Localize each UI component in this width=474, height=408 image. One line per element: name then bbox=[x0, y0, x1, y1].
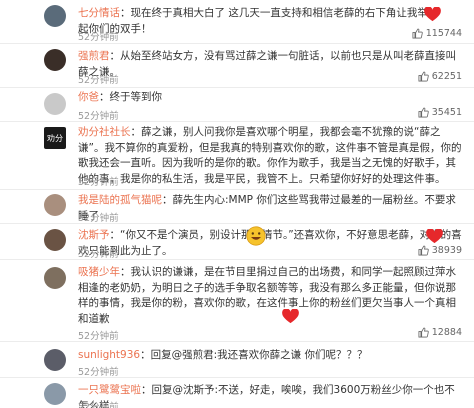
avatar[interactable] bbox=[44, 49, 66, 71]
comment-time: 52分钟前 bbox=[78, 111, 119, 122]
like-button[interactable]: 115744 bbox=[412, 28, 462, 39]
comment-text: 沈斯予：“你又不是个演员，别设计那些情节。”还喜欢你，不好意思老薛，对你的喜欢只… bbox=[78, 228, 462, 259]
comment-username[interactable]: 我是陆的孤气猫呢 bbox=[78, 194, 162, 206]
heart-icon bbox=[424, 7, 441, 22]
comment-item: 劝分 劝分社社长：薛之谦，别人问我你是喜欢哪个明星，我都会毫不犹豫的说“薛之谦”… bbox=[0, 122, 474, 190]
comment-text: 劝分社社长：薛之谦，别人问我你是喜欢哪个明星，我都会毫不犹豫的说“薛之谦”。我不… bbox=[78, 125, 462, 187]
thumbs-up-icon bbox=[412, 28, 423, 39]
avatar[interactable] bbox=[44, 267, 66, 289]
comment-item: sunlight936：回复@强煎君:我还喜欢你薛之谦 你们呢？？？ 52分钟前 bbox=[0, 342, 474, 378]
comment-username[interactable]: sunlight936 bbox=[78, 349, 140, 361]
comment-body: ：现在终于真相大白了 这几天一直支持和相信老薛的右下角让我举起你们的双手！ bbox=[78, 7, 428, 35]
like-count: 12884 bbox=[431, 327, 462, 338]
thumbs-up-icon bbox=[418, 245, 429, 256]
comment-time: 52分钟前 bbox=[78, 249, 119, 260]
comment-item: 强煎君：从始至终站女方，没有骂过薛之谦一句脏话，以前也只是从叫老薛直接叫薛之谦。… bbox=[0, 44, 474, 88]
grin-emoji bbox=[246, 226, 266, 246]
comment-time: 52分钟前 bbox=[78, 402, 119, 408]
comment-text: sunlight936：回复@强煎君:我还喜欢你薛之谦 你们呢？？？ bbox=[78, 348, 462, 364]
like-count: 115744 bbox=[425, 28, 462, 39]
avatar[interactable] bbox=[44, 194, 66, 216]
like-button[interactable]: 62251 bbox=[418, 71, 462, 82]
like-count: 62251 bbox=[431, 71, 462, 82]
like-button[interactable]: 38939 bbox=[418, 245, 462, 256]
avatar[interactable] bbox=[44, 383, 66, 405]
comment-username[interactable]: 你爸 bbox=[78, 91, 99, 103]
comment-text: 你爸：终于等到你 bbox=[78, 90, 462, 106]
comment-text: 强煎君：从始至终站女方，没有骂过薛之谦一句脏话，以前也只是从叫老薛直接叫薛之谦。 bbox=[78, 49, 462, 80]
comment-text: 吸猪少年：我认识的谦谦，是在节目里捐过自己的出场费，和同学一起照顾过萍水相逢的老… bbox=[78, 265, 462, 327]
avatar[interactable]: 劝分 bbox=[44, 127, 66, 149]
comment-time: 52分钟前 bbox=[78, 32, 119, 43]
comment-time: 52分钟前 bbox=[78, 213, 119, 224]
comment-item: 一只鹭鹭宝啦：回复@沈斯予:不送，好走，唉唉，我们3600万粉丝少你一个也不怎么… bbox=[0, 378, 474, 408]
comment-item: 吸猪少年：我认识的谦谦，是在节目里捐过自己的出场费，和同学一起照顾过萍水相逢的老… bbox=[0, 260, 474, 342]
comment-username[interactable]: 一只鹭鹭宝啦 bbox=[78, 384, 141, 396]
avatar[interactable] bbox=[44, 229, 66, 251]
thumbs-up-icon bbox=[418, 107, 429, 118]
comment-feed: 七分情话：现在终于真相大白了 这几天一直支持和相信老薛的右下角让我举起你们的双手… bbox=[0, 0, 474, 408]
comment-time: 52分钟前 bbox=[78, 367, 119, 378]
comment-item: 七分情话：现在终于真相大白了 这几天一直支持和相信老薛的右下角让我举起你们的双手… bbox=[0, 0, 474, 44]
avatar[interactable] bbox=[44, 5, 66, 27]
comment-body: ：终于等到你 bbox=[99, 91, 162, 103]
comment-body: ：“你又不是个演员，别设计那些情节。”还喜欢你，不好意思老薛，对你的喜欢只能到此… bbox=[78, 229, 462, 257]
comment-username[interactable]: 吸猪少年 bbox=[78, 266, 120, 278]
comment-text: 一只鹭鹭宝啦：回复@沈斯予:不送，好走，唉唉，我们3600万粉丝少你一个也不怎么… bbox=[78, 383, 462, 408]
like-count: 38939 bbox=[431, 245, 462, 256]
comment-username[interactable]: 强煎君 bbox=[78, 50, 110, 62]
heart-icon bbox=[426, 229, 443, 244]
avatar[interactable] bbox=[44, 93, 66, 115]
comment-text: 七分情话：现在终于真相大白了 这几天一直支持和相信老薛的右下角让我举起你们的双手… bbox=[78, 6, 434, 37]
like-button[interactable]: 12884 bbox=[418, 327, 462, 338]
comment-item: 你爸：终于等到你 52分钟前 35451 bbox=[0, 88, 474, 122]
like-count: 35451 bbox=[431, 107, 462, 118]
comment-item: 沈斯予：“你又不是个演员，别设计那些情节。”还喜欢你，不好意思老薛，对你的喜欢只… bbox=[0, 224, 474, 260]
comment-time: 52分钟前 bbox=[78, 75, 119, 86]
heart-icon bbox=[282, 309, 299, 324]
thumbs-up-icon bbox=[418, 327, 429, 338]
comment-username[interactable]: 沈斯予 bbox=[78, 229, 110, 241]
comment-item: 我是陆的孤气猫呢：薛先生内心:MMP 你们这些骂我带过最差的一届粉丝。不要求睡了… bbox=[0, 190, 474, 224]
comment-body: ：回复@强煎君:我还喜欢你薛之谦 你们呢？？？ bbox=[140, 349, 368, 361]
comment-body: ：薛之谦，别人问我你是喜欢哪个明星，我都会毫不犹豫的说“薛之谦”。我不算你的真爱… bbox=[78, 126, 462, 185]
avatar[interactable] bbox=[44, 349, 66, 371]
comment-time: 52分钟前 bbox=[78, 177, 119, 188]
comment-body: ：我认识的谦谦，是在节目里捐过自己的出场费，和同学一起照顾过萍水相逢的老奶奶，为… bbox=[78, 266, 456, 325]
comment-text: 我是陆的孤气猫呢：薛先生内心:MMP 你们这些骂我带过最差的一届粉丝。不要求睡了 bbox=[78, 193, 462, 224]
comment-time: 52分钟前 bbox=[78, 331, 119, 342]
thumbs-up-icon bbox=[418, 71, 429, 82]
like-button[interactable]: 35451 bbox=[418, 107, 462, 118]
comment-username[interactable]: 七分情话 bbox=[78, 7, 120, 19]
comment-body: ：从始至终站女方，没有骂过薛之谦一句脏话，以前也只是从叫老薛直接叫薛之谦。 bbox=[78, 50, 456, 78]
comment-username[interactable]: 劝分社社长 bbox=[78, 126, 131, 138]
